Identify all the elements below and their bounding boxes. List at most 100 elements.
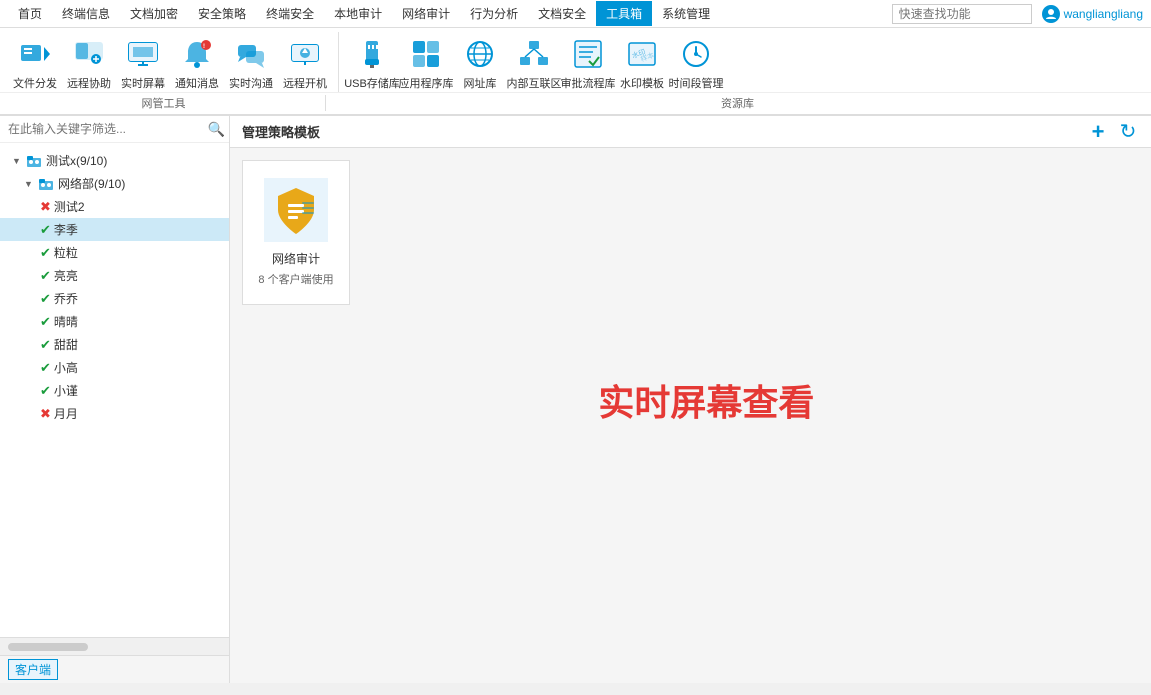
tree-node-xiaog[interactable]: ✔ 小高: [0, 356, 229, 379]
sidebar-search-input[interactable]: [4, 120, 208, 138]
toolbar-approval-flow[interactable]: 审批流程库: [561, 32, 615, 92]
toolbar-group-nettools: 文件分发 远程协助: [8, 32, 339, 92]
tree-node-lili[interactable]: ✔ 粒粒: [0, 241, 229, 264]
notify-label: 通知消息: [175, 75, 219, 91]
nav-behavior-analysis[interactable]: 行为分析: [460, 1, 528, 26]
status-icon-jingj: ✔: [40, 314, 51, 330]
big-text-overlay: 实时屏幕查看: [598, 374, 814, 426]
tree-node-test2[interactable]: ✖ 测试2: [0, 195, 229, 218]
policy-card-net-audit[interactable]: 网络审计 8 个客户端使用: [242, 160, 350, 305]
main-actions: + ↻: [1087, 121, 1139, 143]
nav-local-audit[interactable]: 本地审计: [324, 1, 392, 26]
tree-node-yuey[interactable]: ✖ 月月: [0, 402, 229, 425]
toolbar-remote-assist[interactable]: 远程协助: [62, 32, 116, 92]
sidebar-bottom-tab[interactable]: 客户端: [8, 659, 58, 680]
time-manage-label: 时间段管理: [669, 75, 724, 91]
internal-net-label: 内部互联区: [507, 75, 562, 91]
cards-area: 网络审计 8 个客户端使用: [230, 148, 1151, 317]
search-bar: [892, 4, 1032, 24]
tree-label-liangx: 亮亮: [54, 267, 78, 284]
nav-doc-security[interactable]: 文档安全: [528, 1, 596, 26]
sidebar-scrollbar: [0, 637, 229, 655]
toolbar-group-resources: USB存储库 应用程序库: [345, 32, 729, 92]
toolbar-file-dist[interactable]: 文件分发: [8, 32, 62, 92]
tree-label-tiant: 甜甜: [54, 336, 78, 353]
tree-label-xiaog: 小高: [54, 359, 78, 376]
tree-node-net[interactable]: ▼ 网络部(9/10): [0, 172, 229, 195]
tree-label-liji: 李季: [54, 221, 78, 238]
tree-node-xiaot[interactable]: ✔ 小谨: [0, 379, 229, 402]
tree-label-test2: 测试2: [54, 198, 85, 215]
status-icon-lili: ✔: [40, 245, 51, 261]
main-title: 管理策略模板: [242, 122, 320, 141]
toolbar-url-lib[interactable]: 网址库: [453, 32, 507, 92]
toolbar-watermark[interactable]: 水印 样本 水印模板: [615, 32, 669, 92]
svg-text:!: !: [203, 44, 205, 50]
watermark-label: 水印模板: [620, 75, 664, 91]
nav-doc-encrypt[interactable]: 文档加密: [120, 1, 188, 26]
tree-area: ▼ 测试x(9/10) ▼ 网络部(9/10) ✖ 测试2 ✔ 李季: [0, 143, 229, 637]
status-icon-tiant: ✔: [40, 337, 51, 353]
add-button[interactable]: +: [1087, 121, 1109, 143]
tree-arrow-net: ▼: [24, 179, 38, 189]
url-lib-label: 网址库: [464, 75, 497, 91]
toolbar-usb[interactable]: USB存储库: [345, 32, 399, 92]
remote-boot-label: 远程开机: [283, 75, 327, 91]
status-icon-xiaog: ✔: [40, 360, 51, 376]
toolbar-remote-boot[interactable]: 远程开机: [278, 32, 332, 92]
card-count-net-audit: 8 个客户端使用: [258, 271, 333, 287]
tree-node-jingj[interactable]: ✔ 晴晴: [0, 310, 229, 333]
tree-label-qiaoq: 乔乔: [54, 290, 78, 307]
status-icon-test2: ✖: [40, 199, 51, 215]
tree-label-lili: 粒粒: [54, 244, 78, 261]
content-wrapper: 🔍 ▼ 测试x(9/10) ▼ 网络部(9/10) ✖ 测试2: [0, 116, 1151, 683]
tree-node-tiant[interactable]: ✔ 甜甜: [0, 333, 229, 356]
scrollbar-thumb[interactable]: [8, 643, 88, 651]
nav-home[interactable]: 首页: [8, 1, 52, 26]
group-icon-net: [38, 176, 54, 192]
card-icon-net-audit: [264, 178, 328, 242]
tree-label-net: 网络部(9/10): [58, 175, 125, 192]
tree-label-jingj: 晴晴: [54, 313, 78, 330]
realtime-comm-label: 实时沟通: [229, 75, 273, 91]
status-icon-liangx: ✔: [40, 268, 51, 284]
top-nav: 首页 终端信息 文档加密 安全策略 终端安全 本地审计 网络审计 行为分析 文档…: [0, 0, 1151, 28]
nav-system-manage[interactable]: 系统管理: [652, 1, 720, 26]
tree-node-liji[interactable]: ✔ 李季: [0, 218, 229, 241]
refresh-button[interactable]: ↻: [1117, 121, 1139, 143]
user-menu[interactable]: wangliangliang: [1042, 5, 1143, 23]
tree-node-qiaoq[interactable]: ✔ 乔乔: [0, 287, 229, 310]
status-icon-qiaoq: ✔: [40, 291, 51, 307]
search-icon[interactable]: 🔍: [208, 121, 225, 138]
toolbar-realtime-comm[interactable]: 实时沟通: [224, 32, 278, 92]
file-dist-label: 文件分发: [13, 75, 57, 91]
toolbar-notify[interactable]: ! 通知消息: [170, 32, 224, 92]
nav-terminal-security[interactable]: 终端安全: [256, 1, 324, 26]
status-icon-yuey: ✖: [40, 406, 51, 422]
tree-node-liangx[interactable]: ✔ 亮亮: [0, 264, 229, 287]
app-repo-label: 应用程序库: [399, 75, 454, 91]
tree-label-xiaot: 小谨: [54, 382, 78, 399]
card-name-net-audit: 网络审计: [272, 250, 320, 267]
nav-terminal-info[interactable]: 终端信息: [52, 1, 120, 26]
tree-label-root: 测试x(9/10): [46, 152, 107, 169]
tree-arrow-root: ▼: [12, 156, 26, 166]
toolbar-app-repo[interactable]: 应用程序库: [399, 32, 453, 92]
toolbar-label-row: 网管工具 资源库: [0, 92, 1151, 114]
status-icon-liji: ✔: [40, 222, 51, 238]
main-content: 管理策略模板 + ↻: [230, 116, 1151, 683]
toolbar-realtime-screen[interactable]: 实时屏幕: [116, 32, 170, 92]
search-input[interactable]: [892, 4, 1032, 24]
status-icon-xiaot: ✔: [40, 383, 51, 399]
nav-security-policy[interactable]: 安全策略: [188, 1, 256, 26]
realtime-screen-label: 实时屏幕: [121, 75, 165, 91]
username-label: wangliangliang: [1064, 7, 1143, 21]
nav-net-audit[interactable]: 网络审计: [392, 1, 460, 26]
tree-node-root[interactable]: ▼ 测试x(9/10): [0, 149, 229, 172]
group2-label: 资源库: [332, 95, 1143, 111]
sidebar-bottom: 客户端: [0, 655, 229, 683]
toolbar-time-manage[interactable]: 时间段管理: [669, 32, 723, 92]
tree-label-yuey: 月月: [54, 405, 78, 422]
nav-toolbox[interactable]: 工具箱: [596, 1, 652, 26]
toolbar-internal-net[interactable]: 内部互联区: [507, 32, 561, 92]
